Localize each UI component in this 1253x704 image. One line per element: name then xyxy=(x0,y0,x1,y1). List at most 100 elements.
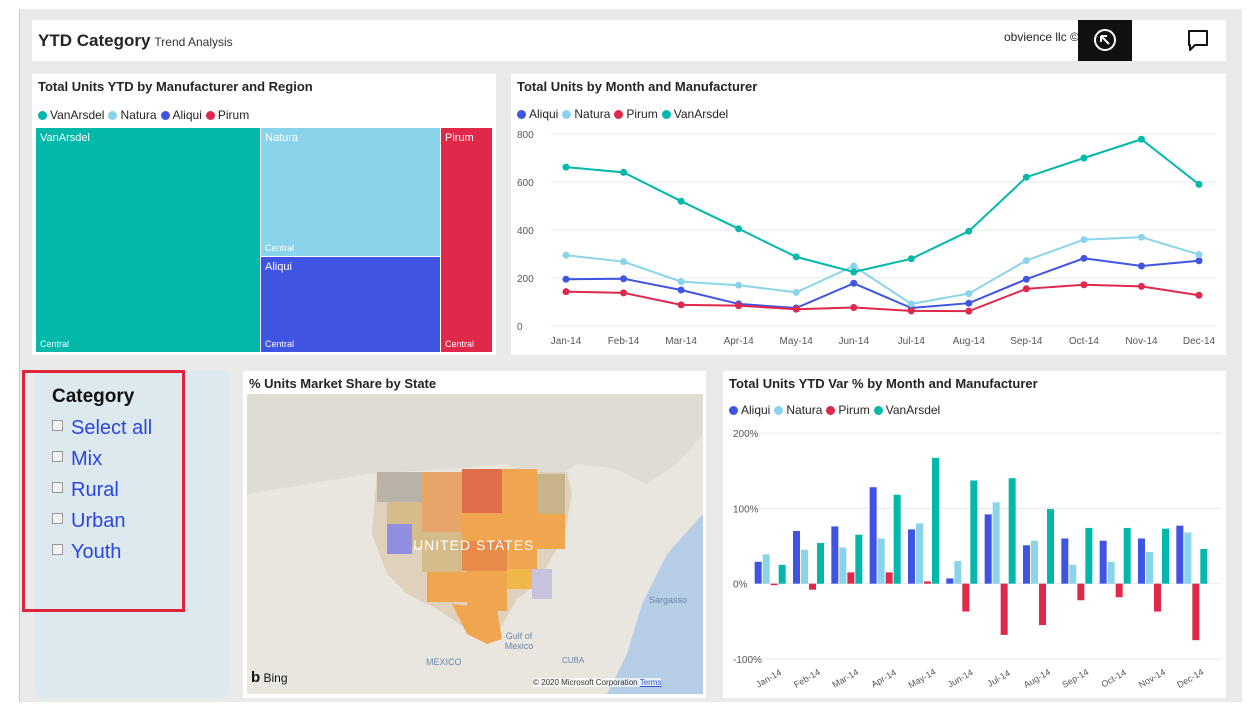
bar xyxy=(1008,478,1016,584)
slicer-option[interactable]: Select all xyxy=(52,417,152,440)
bar xyxy=(1184,532,1192,584)
slicer-option[interactable]: Urban xyxy=(52,510,125,533)
treemap-cell[interactable]: Aliqui Central xyxy=(261,257,440,352)
bar xyxy=(932,457,939,584)
x-tick-label: Jun-14 xyxy=(838,336,869,347)
slicer-option-label: Select all xyxy=(71,417,153,439)
x-tick-label: Dec-14 xyxy=(1175,667,1205,690)
bar xyxy=(1077,583,1085,601)
x-tick-label: May-14 xyxy=(907,667,938,691)
back-button[interactable] xyxy=(1078,20,1132,61)
bar xyxy=(839,547,847,584)
data-point xyxy=(735,302,743,310)
data-point xyxy=(1137,262,1145,270)
bar xyxy=(778,564,786,584)
treemap-visual[interactable]: Total Units YTD by Manufacturer and Regi… xyxy=(32,74,496,355)
bar xyxy=(992,502,1000,584)
x-tick-label: Oct-14 xyxy=(1099,667,1127,689)
series-line xyxy=(565,138,1200,274)
x-tick-label: Nov-14 xyxy=(1137,667,1167,690)
slicer-option[interactable]: Rural xyxy=(52,479,119,502)
x-tick-label: Apr-14 xyxy=(724,336,754,347)
bar xyxy=(1192,583,1200,641)
series-line xyxy=(565,236,1200,305)
line-chart-visual[interactable]: Total Units by Month and Manufacturer Al… xyxy=(511,74,1226,355)
data-point xyxy=(620,258,628,266)
bar-chart-plot: -100% 0% 100% 200% Jan-14 Feb-14 Mar-14 Apr-14 M… xyxy=(733,429,1221,691)
data-point xyxy=(850,268,858,276)
map-label-gulf: Gulf of Mexico xyxy=(504,631,534,651)
line-chart-plot: 0 200 400 600 800 Jan-14 Feb-14 Mar-14 Apr-14 May… xyxy=(517,130,1216,347)
map-copyright-text: © 2020 Microsoft Corporation xyxy=(533,678,638,687)
map-visual[interactable]: % Units Market Share by State UNITED STA… xyxy=(243,371,706,698)
bar xyxy=(984,514,992,584)
treemap-cell[interactable]: Pirum Central xyxy=(441,128,492,352)
comment-button[interactable] xyxy=(1170,20,1226,61)
x-tick-label: Aug-14 xyxy=(1022,667,1052,690)
treemap-legend: VanArsdel Natura Aliqui Pirum xyxy=(38,108,253,122)
treemap-legend-item[interactable]: VanArsdel xyxy=(38,108,104,122)
treemap-legend-item[interactable]: Aliqui xyxy=(160,108,202,122)
map-copyright: © 2020 Microsoft Corporation Terms xyxy=(533,678,662,687)
treemap-cell[interactable]: Natura Central xyxy=(261,128,440,256)
checkbox-icon[interactable] xyxy=(52,482,63,493)
bar xyxy=(1154,583,1161,612)
bar xyxy=(770,583,778,586)
bar-chart-visual[interactable]: Total Units YTD Var % by Month and Manuf… xyxy=(723,371,1226,698)
x-tick-label: Mar-14 xyxy=(665,336,697,347)
y-tick-label: -100% xyxy=(733,655,762,666)
bar xyxy=(793,530,800,584)
bar xyxy=(1138,538,1145,584)
data-point xyxy=(850,262,858,270)
map-label-sargasso: Sargasso xyxy=(649,595,688,605)
data-point xyxy=(1022,173,1030,181)
treemap-legend-label: Pirum xyxy=(217,108,250,122)
data-point xyxy=(965,299,973,307)
map-label-cuba: CUBA xyxy=(562,656,585,665)
treemap-legend-item[interactable]: Pirum xyxy=(205,108,250,122)
bar xyxy=(809,583,816,590)
slicer-option[interactable]: Mix xyxy=(52,448,102,471)
bar xyxy=(1162,528,1169,584)
slicer-option[interactable]: Youth xyxy=(52,541,121,564)
bar xyxy=(1000,583,1008,635)
treemap-legend-item[interactable]: Natura xyxy=(108,108,157,122)
data-point xyxy=(1137,233,1145,241)
data-point xyxy=(792,288,800,296)
checkbox-icon[interactable] xyxy=(52,420,63,431)
data-point xyxy=(562,163,570,171)
checkbox-icon[interactable] xyxy=(52,451,63,462)
checkbox-icon[interactable] xyxy=(52,544,63,555)
bar xyxy=(1085,527,1093,584)
treemap-title: Total Units YTD by Manufacturer and Regi… xyxy=(38,79,313,94)
y-tick-label: 200 xyxy=(517,274,534,285)
x-tick-label: Jun-14 xyxy=(946,667,975,689)
bar xyxy=(762,554,770,584)
data-point xyxy=(792,253,800,261)
data-point xyxy=(792,305,800,313)
bar xyxy=(1069,564,1077,584)
map-terms-link[interactable]: Terms xyxy=(640,678,662,687)
data-point xyxy=(562,275,570,283)
legend-dot-icon xyxy=(108,111,118,120)
map-label-mexico: MEXICO xyxy=(426,657,462,667)
data-point xyxy=(620,168,628,176)
data-point xyxy=(907,300,915,308)
y-tick-label: 600 xyxy=(517,178,534,189)
checkbox-icon[interactable] xyxy=(52,513,63,524)
treemap-cell-label: Natura xyxy=(265,132,299,144)
data-point xyxy=(735,281,743,289)
x-tick-label: Apr-14 xyxy=(869,667,897,689)
x-tick-label: Feb-14 xyxy=(608,336,640,347)
data-point xyxy=(735,225,743,233)
bing-icon: b xyxy=(251,669,261,686)
data-point xyxy=(1022,275,1030,283)
x-tick-label: Aug-14 xyxy=(953,336,986,347)
treemap-cell[interactable]: VanArsdel Central xyxy=(36,128,260,352)
data-point xyxy=(1080,236,1088,244)
data-point xyxy=(1195,250,1203,258)
bar xyxy=(1115,583,1123,598)
data-point xyxy=(677,301,685,309)
treemap-cell-label: VanArsdel xyxy=(40,132,90,144)
bar xyxy=(1023,545,1030,584)
